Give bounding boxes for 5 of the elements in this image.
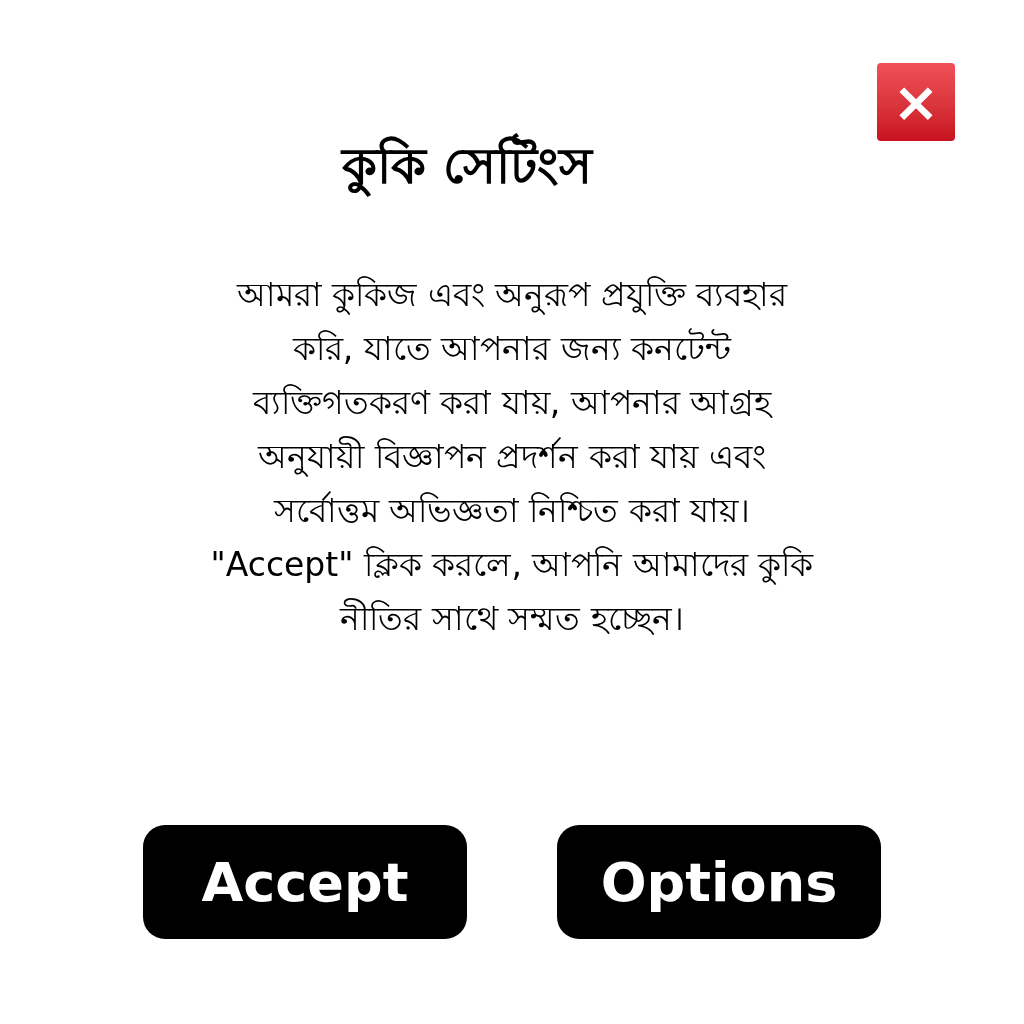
dialog-button[interactable]: Options — [557, 825, 881, 939]
dialog-button[interactable]: Accept — [143, 825, 467, 939]
cookie-message: আমরা কুকিজ এবং অনুরূপ প্রযুক্তি ব্যবহার করি, যাতে আপনার জন্য কনটেন্ট ব্যক্তিগতকরণ করা যায়, আপনার আগ্রহ অনুযায়ী বিজ্ঞাপন প্রদর্শন করা যায় এবং সর্বোত্তম অভিজ্ঞতা নিশ্চিত করা যায়। "Accept" ক্লিক করলে, আপনি আমাদের কুকি নীতির সাথে সম্মত হচ্ছেন। — [210, 273, 814, 640]
close-button[interactable]: × — [877, 63, 955, 141]
dialog-title: কুকি সেটিংস — [341, 135, 593, 198]
